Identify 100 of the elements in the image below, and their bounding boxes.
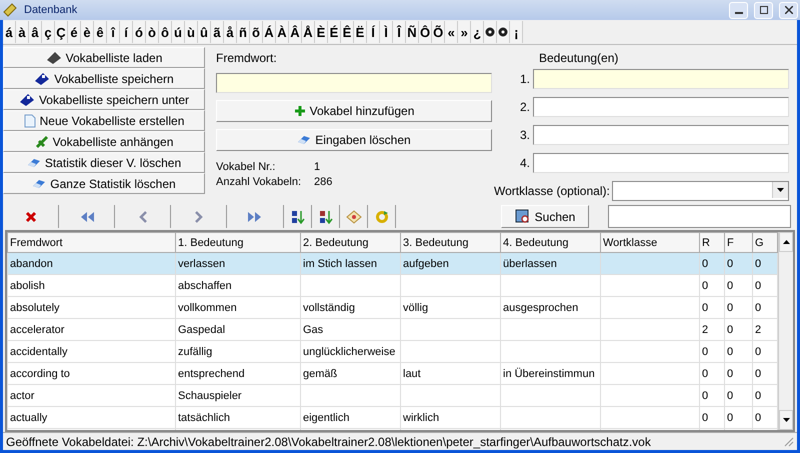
character-key[interactable]: ô [159, 21, 172, 43]
field-number: 4. [518, 156, 530, 170]
sidebar-button[interactable]: Vokabelliste speichern [3, 68, 205, 89]
table-row[interactable]: accelerator Gaspedal Gas 2 0 2 [8, 318, 778, 340]
character-key[interactable]: Â [289, 21, 302, 43]
sidebar-button[interactable]: Vokabelliste laden [3, 47, 205, 68]
character-key[interactable]: À [276, 21, 289, 43]
character-key[interactable]: É [328, 21, 341, 43]
character-key[interactable]: á [3, 21, 16, 43]
character-key[interactable]: ¿ [471, 21, 484, 43]
meaning-field[interactable] [533, 97, 789, 117]
sidebar-button[interactable]: Vokabelliste speichern unter [3, 89, 205, 110]
column-header[interactable]: G [752, 232, 778, 252]
table-cell: tatsächlich [176, 406, 300, 428]
sidebar-button[interactable]: Vokabelliste anhängen [3, 131, 205, 152]
field-number: 3. [518, 128, 530, 142]
clear-inputs-button[interactable]: Eingaben löschen [216, 129, 492, 151]
eraser-icon [32, 178, 46, 190]
character-key[interactable]: û [198, 21, 211, 43]
character-key[interactable]: Ë [354, 21, 367, 43]
character-key[interactable]: ú [172, 21, 185, 43]
character-key[interactable]: » [458, 21, 472, 43]
table-row[interactable]: abolish abschaffen 0 0 0 [8, 274, 778, 296]
sidebar-button[interactable]: Neue Vokabelliste erstellen [3, 110, 205, 131]
sidebar-button[interactable]: Statistik dieser V. löschen [3, 152, 205, 173]
table-row[interactable]: absolutely vollkommen vollständig völlig ausgesprochen 0 0 0 [8, 296, 778, 318]
character-key[interactable]: ñ [237, 21, 250, 43]
character-key[interactable]: Í [367, 21, 380, 43]
scrollbar[interactable] [778, 232, 793, 430]
character-key[interactable]: Ì [380, 21, 393, 43]
character-key[interactable]: ù [185, 21, 198, 43]
column-header[interactable]: 4. Bedeutung [500, 232, 600, 252]
plus-icon [34, 134, 49, 148]
character-key[interactable]: Õ [432, 21, 446, 43]
table-cell: eigentlich [300, 406, 400, 428]
character-key[interactable]: õ [250, 21, 263, 43]
character-key[interactable]: í [120, 21, 133, 43]
character-key[interactable]: « [445, 21, 458, 43]
character-key[interactable]: î [107, 21, 120, 43]
column-header[interactable]: Fremdwort [8, 232, 176, 252]
column-header[interactable]: 3. Bedeutung [400, 232, 500, 252]
character-key[interactable]: Ô [419, 21, 432, 43]
symbol-key[interactable] [484, 21, 498, 43]
table-row[interactable]: actor Schauspieler 0 0 0 [8, 384, 778, 406]
sort-descending-icon [318, 210, 332, 224]
character-key[interactable]: Å [302, 21, 315, 43]
word-class-label: Wortklasse (optional): [494, 184, 610, 198]
table-row[interactable]: accidentally zufällig unglücklicherweise 0 0 0 [8, 340, 778, 362]
table-row[interactable]: actually tatsächlich eigentlich wirklich 0 0 0 [8, 406, 778, 428]
eraser-icon [26, 156, 41, 168]
minimize-button[interactable] [729, 2, 748, 18]
character-key[interactable]: è [81, 21, 94, 43]
character-key[interactable]: ê [94, 21, 107, 43]
character-key[interactable]: Ê [341, 21, 354, 43]
meaning-field[interactable] [533, 153, 789, 173]
document-icon [24, 114, 36, 128]
character-key[interactable]: Á [263, 21, 276, 43]
sidebar-button[interactable]: Ganze Statistik löschen [3, 173, 205, 194]
meaning-field[interactable] [533, 125, 789, 145]
character-key[interactable]: ó [133, 21, 146, 43]
character-key[interactable]: Ñ [406, 21, 419, 43]
search-button[interactable]: Suchen [501, 205, 589, 228]
character-key[interactable]: ç [42, 21, 55, 43]
window-title: Datenbank [24, 4, 78, 16]
column-header[interactable]: F [724, 232, 752, 252]
search-field[interactable] [608, 205, 791, 228]
foreign-word-field[interactable] [216, 73, 492, 93]
character-key[interactable]: Î [393, 21, 406, 43]
card-icon [2, 2, 18, 18]
info-value: 286 [314, 175, 334, 190]
close-button[interactable] [779, 2, 798, 18]
character-key[interactable]: â [29, 21, 42, 43]
field-number: 2. [518, 100, 530, 114]
table-row[interactable]: abandon verlassen im Stich lassen aufgeben überlassen 0 0 0 [8, 252, 778, 274]
table-cell: 0 [700, 406, 724, 428]
column-header[interactable]: 2. Bedeutung [300, 232, 400, 252]
double-left-arrow-icon [78, 210, 94, 222]
character-key[interactable]: å [224, 21, 237, 43]
column-header[interactable]: 1. Bedeutung [176, 232, 300, 252]
status-text: Geöffnete Vokabeldatei: Z:\Archiv\Vokabeltrainer2.08\Vokabeltrainer2.08\lektionen\peter_starfinger\Aufbauwortschatz.vok [6, 434, 652, 448]
add-vocabulary-button[interactable]: Vokabel hinzufügen [216, 100, 492, 122]
table-cell: actually [8, 406, 176, 428]
double-right-arrow-icon [247, 210, 263, 222]
character-key[interactable]: È [315, 21, 328, 43]
plus-icon [294, 105, 306, 117]
word-class-dropdown[interactable] [612, 181, 789, 201]
character-key[interactable]: à [16, 21, 29, 43]
scroll-down-icon [782, 418, 790, 422]
column-header[interactable]: R [700, 232, 724, 252]
symbol-key[interactable] [497, 21, 510, 43]
meaning-field[interactable] [533, 69, 789, 89]
column-header[interactable]: Wortklasse [600, 232, 700, 252]
maximize-button[interactable] [754, 2, 773, 18]
character-key[interactable]: Ç [55, 21, 68, 43]
character-key[interactable]: ò [146, 21, 159, 43]
character-key[interactable]: é [68, 21, 81, 43]
character-key[interactable]: ã [211, 21, 224, 43]
character-key[interactable]: ¡ [510, 21, 524, 43]
table-row[interactable]: according to entsprechend gemäß laut in Übereinstimmun 0 0 0 [8, 362, 778, 384]
circle-symbol-icon [485, 27, 496, 37]
